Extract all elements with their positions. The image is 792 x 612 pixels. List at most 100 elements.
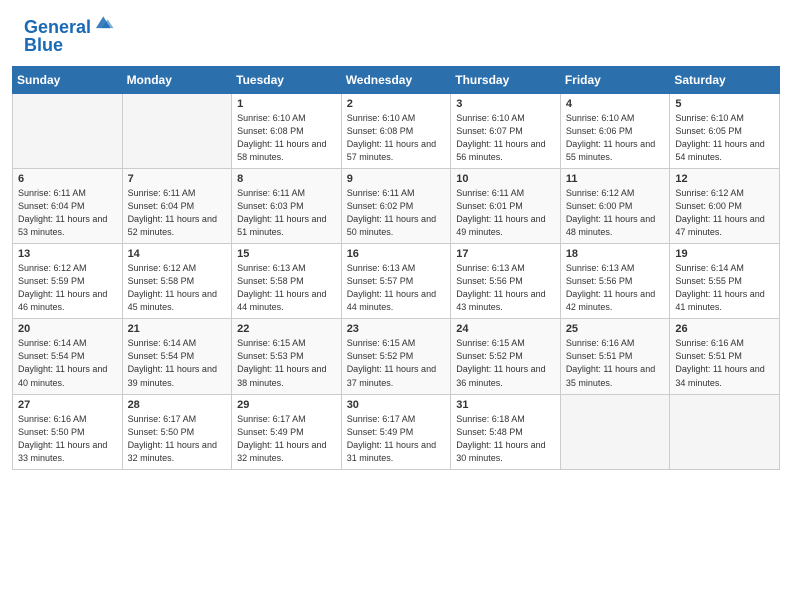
day-info: Sunrise: 6:15 AM Sunset: 5:53 PM Dayligh…	[237, 337, 336, 389]
day-number: 12	[675, 173, 774, 185]
day-info: Sunrise: 6:12 AM Sunset: 5:59 PM Dayligh…	[18, 262, 117, 314]
calendar-wrap: SundayMondayTuesdayWednesdayThursdayFrid…	[0, 66, 792, 482]
calendar-cell: 30 Sunrise: 6:17 AM Sunset: 5:49 PM Dayli…	[341, 394, 451, 469]
day-number: 23	[347, 323, 446, 335]
week-row-4: 27Sunrise: 6:16 AM Sunset: 5:50 PM Dayli…	[13, 394, 780, 469]
day-info: Sunrise: 6:11 AM Sunset: 6:04 PM Dayligh…	[128, 187, 227, 239]
week-row-3: 20 Sunrise: 6:14 AM Sunset: 5:54 PM Dayli…	[13, 319, 780, 394]
logo: General Blue	[24, 18, 115, 56]
weekday-monday: Monday	[122, 66, 232, 93]
day-number: 14	[128, 248, 227, 260]
calendar-cell: 15Sunrise: 6:13 AM Sunset: 5:58 PM Dayli…	[232, 244, 342, 319]
day-number: 26	[675, 323, 774, 335]
day-number: 28	[128, 399, 227, 411]
day-info: Sunrise: 6:10 AM Sunset: 6:08 PM Dayligh…	[237, 112, 336, 164]
day-number: 5	[675, 98, 774, 110]
day-number: 8	[237, 173, 336, 185]
week-row-1: 6 Sunrise: 6:11 AM Sunset: 6:04 PM Daylig…	[13, 168, 780, 243]
day-info: Sunrise: 6:11 AM Sunset: 6:03 PM Dayligh…	[237, 187, 336, 239]
day-info: Sunrise: 6:10 AM Sunset: 6:06 PM Dayligh…	[566, 112, 665, 164]
weekday-wednesday: Wednesday	[341, 66, 451, 93]
calendar-cell: 5 Sunrise: 6:10 AM Sunset: 6:05 PM Daylig…	[670, 93, 780, 168]
day-info: Sunrise: 6:14 AM Sunset: 5:54 PM Dayligh…	[128, 337, 227, 389]
calendar-cell	[560, 394, 670, 469]
day-number: 1	[237, 98, 336, 110]
day-info: Sunrise: 6:11 AM Sunset: 6:01 PM Dayligh…	[456, 187, 555, 239]
calendar-cell: 7Sunrise: 6:11 AM Sunset: 6:04 PM Daylig…	[122, 168, 232, 243]
calendar-cell: 6 Sunrise: 6:11 AM Sunset: 6:04 PM Daylig…	[13, 168, 123, 243]
weekday-saturday: Saturday	[670, 66, 780, 93]
calendar-cell: 21 Sunrise: 6:14 AM Sunset: 5:54 PM Dayli…	[122, 319, 232, 394]
day-number: 10	[456, 173, 555, 185]
calendar-cell: 2Sunrise: 6:10 AM Sunset: 6:08 PM Daylig…	[341, 93, 451, 168]
day-number: 11	[566, 173, 665, 185]
day-number: 9	[347, 173, 446, 185]
calendar-cell: 20 Sunrise: 6:14 AM Sunset: 5:54 PM Dayli…	[13, 319, 123, 394]
calendar-cell: 9 Sunrise: 6:11 AM Sunset: 6:02 PM Daylig…	[341, 168, 451, 243]
day-info: Sunrise: 6:14 AM Sunset: 5:54 PM Dayligh…	[18, 337, 117, 389]
calendar-cell: 28 Sunrise: 6:17 AM Sunset: 5:50 PM Dayli…	[122, 394, 232, 469]
calendar-cell: 29 Sunrise: 6:17 AM Sunset: 5:49 PM Dayli…	[232, 394, 342, 469]
day-number: 24	[456, 323, 555, 335]
calendar-cell: 8 Sunrise: 6:11 AM Sunset: 6:03 PM Daylig…	[232, 168, 342, 243]
calendar-cell: 26Sunrise: 6:16 AM Sunset: 5:51 PM Dayli…	[670, 319, 780, 394]
calendar-cell: 31 Sunrise: 6:18 AM Sunset: 5:48 PM Dayli…	[451, 394, 561, 469]
day-number: 31	[456, 399, 555, 411]
day-info: Sunrise: 6:11 AM Sunset: 6:02 PM Dayligh…	[347, 187, 446, 239]
day-number: 6	[18, 173, 117, 185]
day-info: Sunrise: 6:13 AM Sunset: 5:57 PM Dayligh…	[347, 262, 446, 314]
calendar-cell: 3 Sunrise: 6:10 AM Sunset: 6:07 PM Daylig…	[451, 93, 561, 168]
day-info: Sunrise: 6:15 AM Sunset: 5:52 PM Dayligh…	[456, 337, 555, 389]
calendar-cell: 14 Sunrise: 6:12 AM Sunset: 5:58 PM Dayli…	[122, 244, 232, 319]
day-number: 17	[456, 248, 555, 260]
day-number: 30	[347, 399, 446, 411]
calendar-cell: 11 Sunrise: 6:12 AM Sunset: 6:00 PM Dayli…	[560, 168, 670, 243]
day-number: 4	[566, 98, 665, 110]
weekday-thursday: Thursday	[451, 66, 561, 93]
day-number: 16	[347, 248, 446, 260]
day-info: Sunrise: 6:14 AM Sunset: 5:55 PM Dayligh…	[675, 262, 774, 314]
day-number: 18	[566, 248, 665, 260]
day-info: Sunrise: 6:17 AM Sunset: 5:49 PM Dayligh…	[347, 413, 446, 465]
calendar-cell	[122, 93, 232, 168]
weekday-tuesday: Tuesday	[232, 66, 342, 93]
day-info: Sunrise: 6:18 AM Sunset: 5:48 PM Dayligh…	[456, 413, 555, 465]
week-row-0: 1 Sunrise: 6:10 AM Sunset: 6:08 PM Daylig…	[13, 93, 780, 168]
calendar-cell: 17Sunrise: 6:13 AM Sunset: 5:56 PM Dayli…	[451, 244, 561, 319]
calendar-cell: 1 Sunrise: 6:10 AM Sunset: 6:08 PM Daylig…	[232, 93, 342, 168]
day-info: Sunrise: 6:12 AM Sunset: 5:58 PM Dayligh…	[128, 262, 227, 314]
day-info: Sunrise: 6:17 AM Sunset: 5:50 PM Dayligh…	[128, 413, 227, 465]
calendar-cell: 13Sunrise: 6:12 AM Sunset: 5:59 PM Dayli…	[13, 244, 123, 319]
day-number: 21	[128, 323, 227, 335]
day-number: 3	[456, 98, 555, 110]
day-info: Sunrise: 6:10 AM Sunset: 6:05 PM Dayligh…	[675, 112, 774, 164]
day-number: 25	[566, 323, 665, 335]
calendar-table: SundayMondayTuesdayWednesdayThursdayFrid…	[12, 66, 780, 470]
day-info: Sunrise: 6:10 AM Sunset: 6:07 PM Dayligh…	[456, 112, 555, 164]
day-number: 19	[675, 248, 774, 260]
calendar-cell: 19 Sunrise: 6:14 AM Sunset: 5:55 PM Dayli…	[670, 244, 780, 319]
calendar-cell: 27Sunrise: 6:16 AM Sunset: 5:50 PM Dayli…	[13, 394, 123, 469]
day-number: 20	[18, 323, 117, 335]
calendar-cell	[670, 394, 780, 469]
calendar-cell: 23 Sunrise: 6:15 AM Sunset: 5:52 PM Dayli…	[341, 319, 451, 394]
weekday-header-row: SundayMondayTuesdayWednesdayThursdayFrid…	[13, 66, 780, 93]
day-number: 15	[237, 248, 336, 260]
day-number: 29	[237, 399, 336, 411]
calendar-cell: 18 Sunrise: 6:13 AM Sunset: 5:56 PM Dayli…	[560, 244, 670, 319]
day-info: Sunrise: 6:10 AM Sunset: 6:08 PM Dayligh…	[347, 112, 446, 164]
weekday-sunday: Sunday	[13, 66, 123, 93]
day-info: Sunrise: 6:13 AM Sunset: 5:56 PM Dayligh…	[566, 262, 665, 314]
day-info: Sunrise: 6:11 AM Sunset: 6:04 PM Dayligh…	[18, 187, 117, 239]
logo-text2: Blue	[24, 35, 63, 55]
day-info: Sunrise: 6:16 AM Sunset: 5:50 PM Dayligh…	[18, 413, 117, 465]
day-info: Sunrise: 6:12 AM Sunset: 6:00 PM Dayligh…	[566, 187, 665, 239]
day-number: 22	[237, 323, 336, 335]
calendar-cell: 4 Sunrise: 6:10 AM Sunset: 6:06 PM Daylig…	[560, 93, 670, 168]
week-row-2: 13Sunrise: 6:12 AM Sunset: 5:59 PM Dayli…	[13, 244, 780, 319]
day-info: Sunrise: 6:15 AM Sunset: 5:52 PM Dayligh…	[347, 337, 446, 389]
calendar-cell: 12 Sunrise: 6:12 AM Sunset: 6:00 PM Dayli…	[670, 168, 780, 243]
day-info: Sunrise: 6:17 AM Sunset: 5:49 PM Dayligh…	[237, 413, 336, 465]
day-info: Sunrise: 6:12 AM Sunset: 6:00 PM Dayligh…	[675, 187, 774, 239]
calendar-cell: 16 Sunrise: 6:13 AM Sunset: 5:57 PM Dayli…	[341, 244, 451, 319]
